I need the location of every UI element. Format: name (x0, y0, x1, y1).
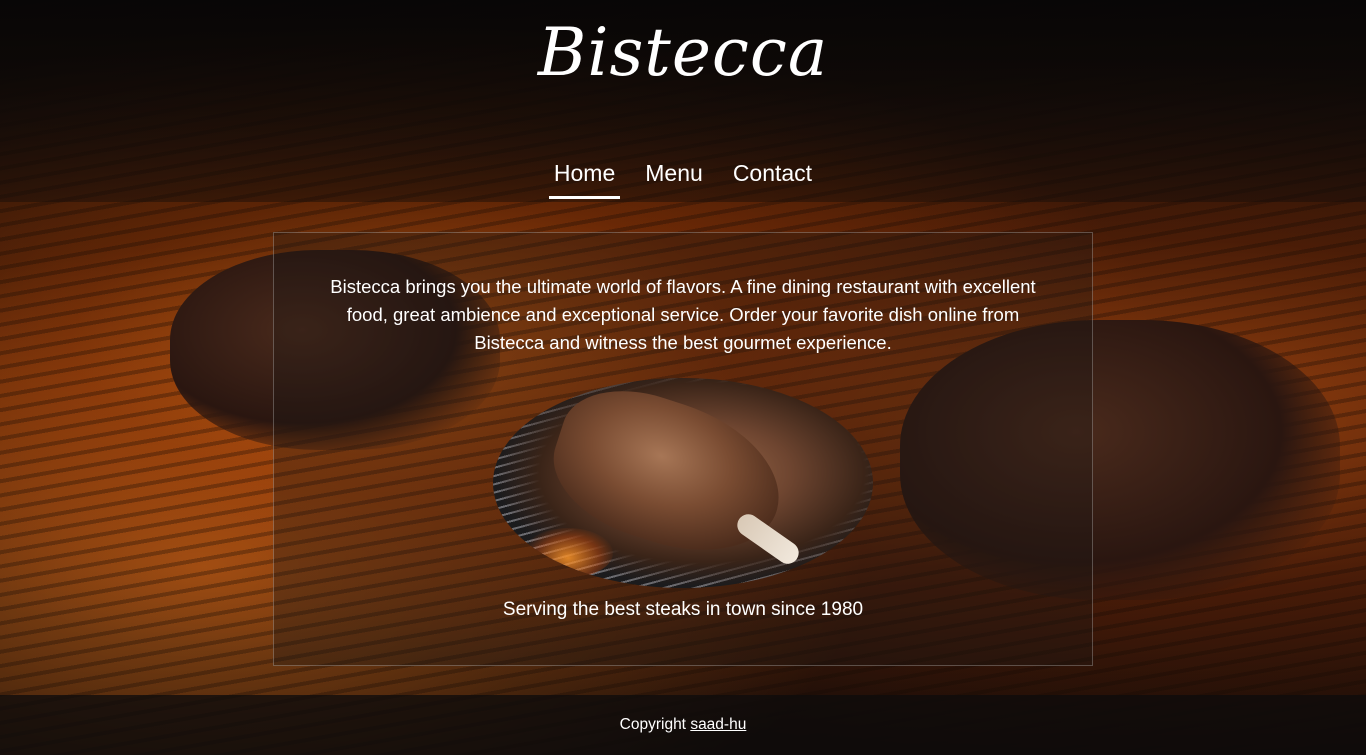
nav-menu[interactable]: Menu (630, 158, 718, 199)
nav-home[interactable]: Home (539, 158, 630, 199)
steak-image (493, 378, 873, 588)
tagline: Serving the best steaks in town since 19… (502, 599, 864, 620)
steak-image-flame (523, 528, 613, 578)
nav-contact[interactable]: Contact (718, 158, 827, 199)
main-nav: Home Menu Contact (0, 158, 1366, 199)
intro-text: Bistecca brings you the ultimate world o… (330, 276, 1036, 353)
author-link[interactable]: saad-hu (690, 716, 746, 733)
copyright-label: Copyright (619, 716, 686, 733)
site-footer: Copyright saad-hu (0, 695, 1366, 755)
site-header: Bistecca Home Menu Contact (0, 0, 1366, 202)
intro-card: Bistecca brings you the ultimate world o… (273, 232, 1093, 666)
site-logo[interactable]: Bistecca (0, 14, 1366, 91)
